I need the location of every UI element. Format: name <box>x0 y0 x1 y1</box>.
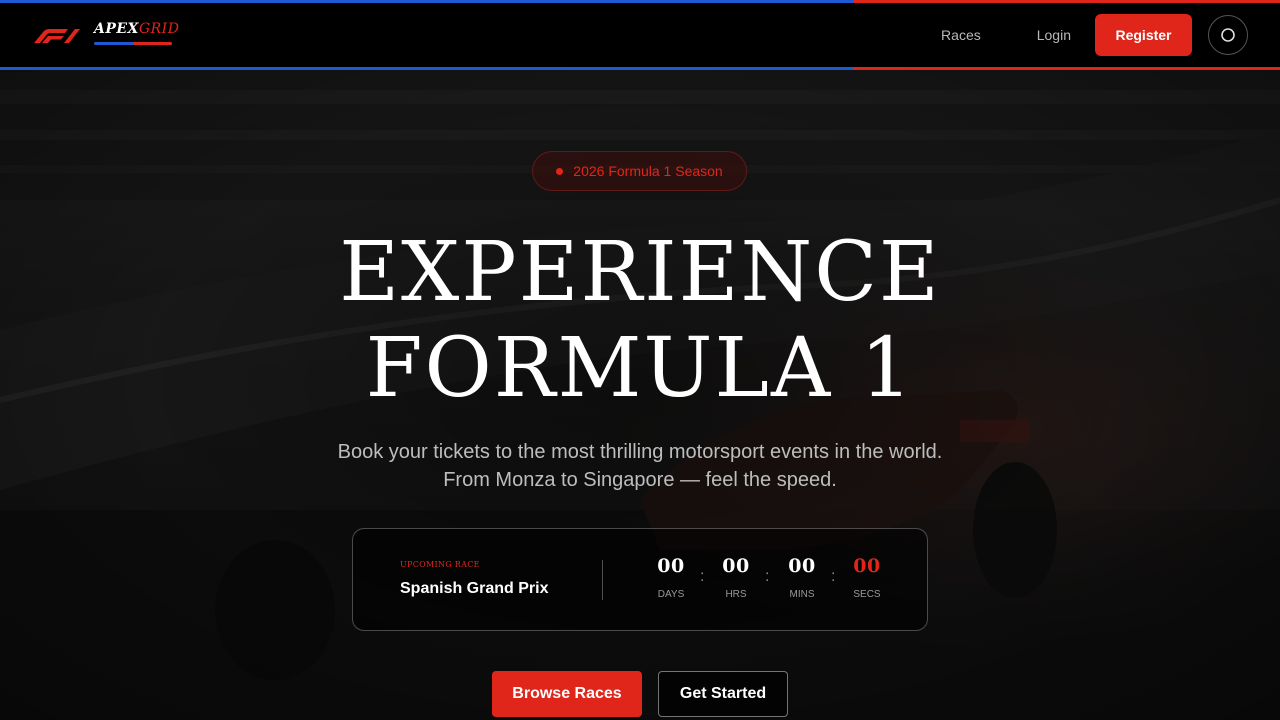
nav-login-link[interactable]: Login <box>1037 27 1071 43</box>
countdown-minutes-value: 00 <box>788 555 816 577</box>
brand-underline <box>94 42 172 45</box>
season-dot-icon <box>556 167 564 175</box>
countdown-minutes: 00 MINS <box>777 555 827 600</box>
theme-toggle-button[interactable] <box>1208 15 1248 55</box>
countdown-divider <box>602 560 603 600</box>
countdown-separator: : <box>765 568 770 585</box>
brand-wordmark: APEXGRID <box>94 20 180 45</box>
season-badge: 2026 Formula 1 Season <box>532 151 747 191</box>
countdown-separator: : <box>700 568 705 585</box>
countdown-days: 00 DAYS <box>646 555 696 600</box>
countdown-days-value: 00 <box>657 555 685 577</box>
hero-title: EXPERIENCE FORMULA 1 <box>0 225 1280 417</box>
countdown-seconds-caption: SECS <box>853 589 881 600</box>
brand-name-part2: GRID <box>138 21 180 37</box>
season-badge-text: 2026 Formula 1 Season <box>573 163 723 179</box>
hero-subtitle-line1: Book your tickets to the most thrilling … <box>337 441 943 463</box>
brand-logo[interactable]: APEXGRID <box>30 21 179 45</box>
countdown-hours: 00 HRS <box>711 555 761 600</box>
register-button[interactable]: Register <box>1095 14 1192 56</box>
countdown-hours-value: 00 <box>722 555 750 577</box>
circle-icon <box>1221 28 1235 42</box>
hero-section: 2026 Formula 1 Season EXPERIENCE FORMULA… <box>0 70 1280 720</box>
countdown-seconds: 00 SECS <box>842 555 892 600</box>
countdown-separator: : <box>831 568 836 585</box>
countdown-seconds-value: 00 <box>853 555 881 577</box>
site-header: APEXGRID Races Login Register <box>0 3 1280 67</box>
brand-name-part1: APEX <box>94 21 139 37</box>
browse-races-button[interactable]: Browse Races <box>492 671 642 717</box>
countdown-minutes-caption: MINS <box>789 589 815 600</box>
hero-title-line2: FORMULA 1 <box>365 321 915 416</box>
main-nav: Races Login Register <box>941 14 1248 56</box>
hero-subtitle-line2: From Monza to Singapore — feel the speed… <box>443 469 837 491</box>
countdown-days-caption: DAYS <box>657 589 685 600</box>
hero-title-line1: EXPERIENCE <box>339 225 941 320</box>
countdown-race-name: Spanish Grand Prix <box>400 580 549 597</box>
countdown-label: Upcoming Race <box>400 560 480 569</box>
f1-logo-icon <box>34 29 80 43</box>
get-started-button[interactable]: Get Started <box>658 671 788 717</box>
hero-subtitle: Book your tickets to the most thrilling … <box>0 438 1280 494</box>
nav-races-link[interactable]: Races <box>941 27 981 43</box>
countdown-hours-caption: HRS <box>725 589 747 600</box>
race-countdown-card: Upcoming Race Spanish Grand Prix 00 DAYS… <box>352 528 928 631</box>
